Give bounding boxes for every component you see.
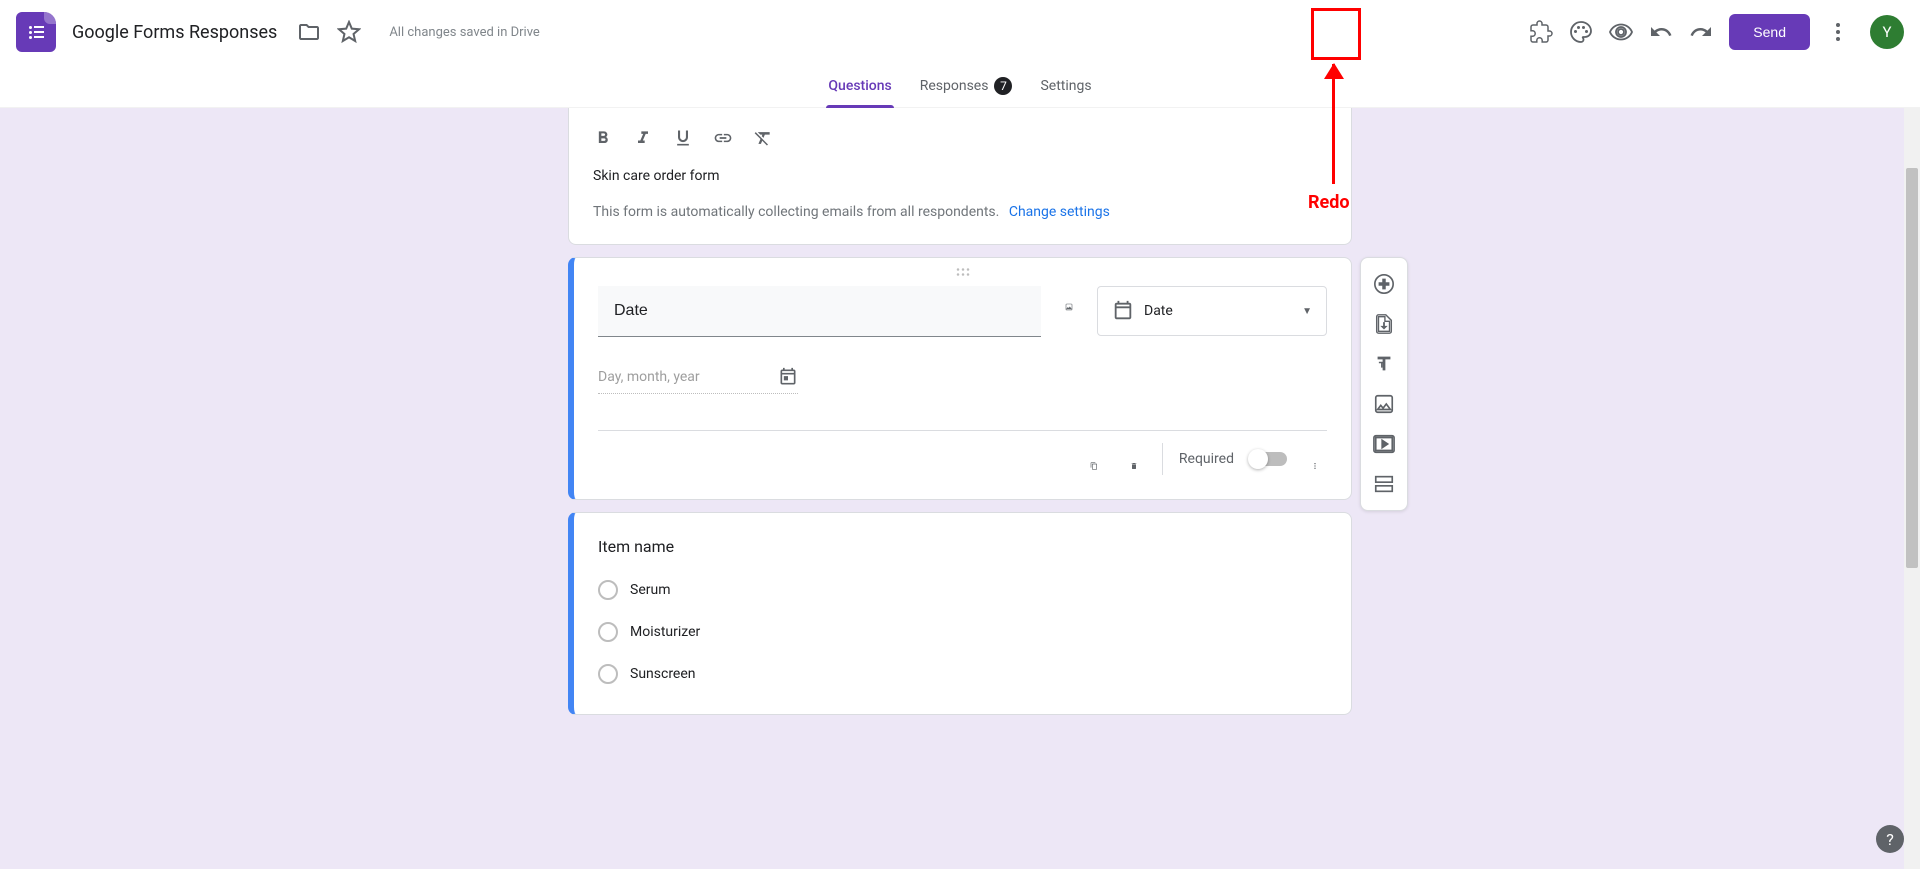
import-questions-button[interactable] [1366,306,1402,342]
save-status: All changes saved in Drive [389,25,540,40]
link-icon [713,128,733,148]
image-icon [1065,303,1073,311]
form-header-card[interactable]: Skin care order form This form is automa… [568,108,1352,245]
more-vert-icon [1311,462,1319,470]
question-type-label: Date [1144,303,1173,319]
drag-handle[interactable] [598,266,1327,278]
trash-icon [1130,462,1138,470]
tab-questions[interactable]: Questions [814,64,905,108]
app-header: Google Forms Responses All changes saved… [0,0,1920,64]
add-image-toolbar-button[interactable] [1366,386,1402,422]
preview-button[interactable] [1601,12,1641,52]
form-description[interactable]: Skin care order form [593,168,1327,184]
add-title-button[interactable] [1366,346,1402,382]
eye-icon [1609,20,1633,44]
option-label: Serum [630,582,670,598]
image-icon [1373,393,1395,415]
question-more-button[interactable] [1303,447,1327,471]
star-icon [337,20,361,44]
palette-icon [1569,20,1593,44]
form-canvas: Skin care order form This form is automa… [0,108,1920,869]
add-section-button[interactable] [1366,466,1402,502]
responses-count-badge: 7 [994,77,1012,95]
redo-icon [1689,20,1713,44]
undo-button[interactable] [1641,12,1681,52]
question-card-item[interactable]: Item name Serum Moisturizer Sunscreen [568,512,1352,715]
underline-button[interactable] [665,120,701,156]
date-answer-preview: Day, month, year [598,361,798,394]
bold-button[interactable] [585,120,621,156]
required-toggle[interactable] [1250,452,1287,466]
option-row: Sunscreen [598,664,1327,684]
forms-logo[interactable] [16,12,56,52]
calendar-small-icon [778,367,798,387]
add-image-button[interactable] [1057,286,1081,310]
dropdown-arrow-icon: ▼ [1302,306,1312,317]
copy-icon [1090,462,1098,470]
puzzle-icon [1529,20,1553,44]
option-row: Moisturizer [598,622,1327,642]
question-title-item: Item name [598,537,1327,556]
change-settings-link[interactable]: Change settings [1009,204,1110,220]
star-button[interactable] [329,12,369,52]
import-icon [1373,313,1395,335]
folder-icon [297,20,321,44]
radio-icon [598,622,618,642]
clear-format-button[interactable] [745,120,781,156]
customize-theme-button[interactable] [1561,12,1601,52]
form-title[interactable]: Google Forms Responses [72,22,277,43]
radio-icon [598,664,618,684]
email-collection-notice: This form is automatically collecting em… [593,204,1327,220]
bold-icon [593,128,613,148]
video-icon [1373,433,1395,455]
undo-icon [1649,20,1673,44]
clear-format-icon [753,128,773,148]
scrollbar-thumb[interactable] [1906,168,1918,568]
help-button[interactable]: ? [1876,825,1904,853]
floating-toolbar [1360,257,1408,511]
add-video-button[interactable] [1366,426,1402,462]
question-title-input[interactable] [598,286,1041,337]
user-avatar[interactable]: Y [1870,15,1904,49]
tab-responses[interactable]: Responses 7 [906,64,1027,108]
option-row: Serum [598,580,1327,600]
more-vert-icon [1826,20,1850,44]
question-type-select[interactable]: Date ▼ [1097,286,1327,336]
section-icon [1373,473,1395,495]
text-icon [1373,353,1395,375]
add-question-button[interactable] [1366,266,1402,302]
add-circle-icon [1373,273,1395,295]
underline-icon [673,128,693,148]
question-card-date[interactable]: Date ▼ Day, month, year Requi [568,257,1352,500]
duplicate-button[interactable] [1082,447,1106,471]
addons-button[interactable] [1521,12,1561,52]
italic-button[interactable] [625,120,661,156]
delete-button[interactable] [1122,447,1146,471]
italic-icon [633,128,653,148]
tab-responses-label: Responses [920,78,989,94]
option-label: Sunscreen [630,666,696,682]
required-label: Required [1179,451,1234,467]
more-options-button[interactable] [1818,12,1858,52]
tab-settings[interactable]: Settings [1026,64,1105,108]
radio-icon [598,580,618,600]
scrollbar[interactable] [1904,108,1920,869]
tab-bar: Questions Responses 7 Settings [0,64,1920,108]
redo-button[interactable] [1681,12,1721,52]
format-toolbar [585,120,1327,156]
send-button[interactable]: Send [1729,14,1810,50]
link-button[interactable] [705,120,741,156]
calendar-icon [1112,300,1134,322]
move-to-folder-button[interactable] [289,12,329,52]
option-label: Moisturizer [630,624,700,640]
